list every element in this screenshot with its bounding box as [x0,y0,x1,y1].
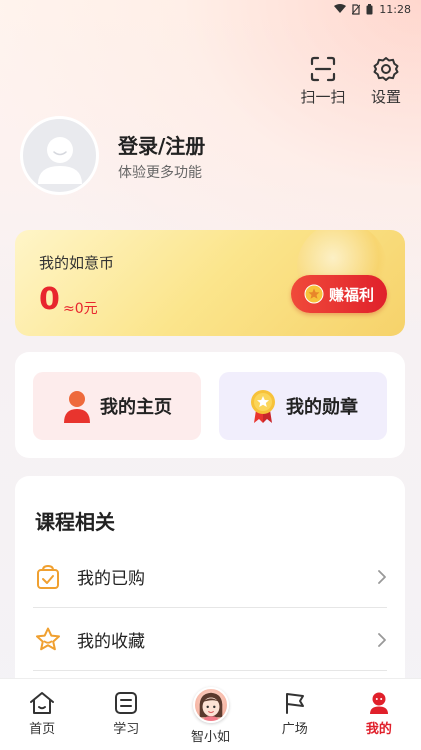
bottom-tab-bar: 首页 学习 智小如 广场 我的 [0,678,421,750]
person-icon [64,391,90,423]
mascot-avatar [192,687,229,723]
tab-study-label: 学习 [113,722,140,737]
medal-icon [251,390,275,423]
course-section-card: 课程相关 我的已购 我的收藏 [15,476,405,696]
coin-approx-value: ≈0元 [63,301,98,317]
status-time: 11:28 [379,2,411,16]
coin-title: 我的如意币 [39,254,115,272]
battery-icon [366,3,373,14]
person-icon [369,692,388,714]
gear-icon [373,57,399,81]
scan-label: 扫一扫 [300,88,346,106]
earn-welfare-label: 赚福利 [328,285,374,304]
tab-square-label: 广场 [281,722,308,737]
profile-shortcuts-card: 我的主页 我的勋章 [15,352,405,458]
settings-label: 设置 [370,88,401,106]
favorite-courses-label: 我的收藏 [77,632,145,652]
tab-home-label: 首页 [29,722,56,737]
status-bar: 11:28 [0,0,421,18]
tab-mine[interactable]: 我的 [337,679,421,750]
tab-study[interactable]: 学习 [84,679,168,750]
login-register-link[interactable]: 登录/注册 [118,130,205,159]
tab-home[interactable]: 首页 [0,679,84,750]
wifi-icon [334,4,347,13]
scan-icon [310,56,336,82]
tab-square[interactable]: 广场 [253,679,337,750]
coin-card[interactable]: 我的如意币 0 ≈0元 赚福利 [15,230,405,336]
no-sim-icon [352,3,361,15]
chevron-right-icon [378,632,386,647]
my-homepage-tile[interactable]: 我的主页 [33,372,201,440]
avatar[interactable] [20,116,99,195]
scan-button[interactable]: 扫一扫 [295,56,351,107]
tab-assistant-label: 智小如 [191,730,231,745]
my-badges-tile[interactable]: 我的勋章 [219,372,387,440]
favorite-courses-item[interactable]: 我的收藏 [33,609,387,671]
my-homepage-label: 我的主页 [100,397,172,418]
my-badges-label: 我的勋章 [286,397,358,418]
default-avatar-icon [37,136,82,184]
home-icon [30,692,55,714]
tab-mine-label: 我的 [365,722,392,737]
login-subtitle: 体验更多功能 [118,165,202,181]
course-section-title: 课程相关 [35,510,115,534]
coin-star-icon [304,284,324,304]
flag-icon [285,693,304,714]
study-icon [115,692,138,714]
chevron-right-icon [378,569,386,584]
star-outline-icon [33,626,63,654]
bag-check-icon [33,564,63,590]
coin-value: 0 [39,282,60,317]
earn-welfare-button[interactable]: 赚福利 [291,275,387,313]
tab-assistant[interactable]: 智小如 [168,679,252,750]
purchased-courses-label: 我的已购 [77,569,145,589]
settings-button[interactable]: 设置 [358,56,414,107]
purchased-courses-item[interactable]: 我的已购 [33,546,387,608]
